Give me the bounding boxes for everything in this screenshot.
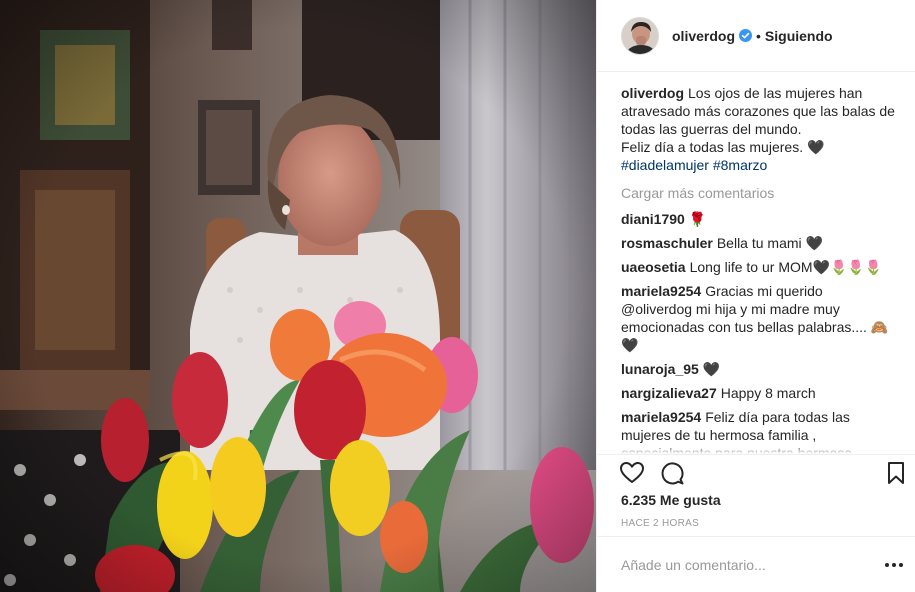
heart-icon	[620, 462, 644, 483]
comment-input[interactable]	[621, 555, 871, 575]
add-comment-section	[597, 536, 915, 592]
comment-bubble-icon	[661, 462, 684, 485]
comment-item: rosmaschuler Bella tu mami 🖤	[621, 234, 895, 252]
comment-item: mariela9254 Gracias mi querido @oliverdog…	[621, 282, 895, 354]
comments-fade	[621, 444, 895, 454]
comment-button[interactable]	[659, 460, 685, 486]
comment-username[interactable]: mariela9254	[621, 409, 701, 425]
post-header: oliverdog • Siguiendo	[597, 0, 915, 72]
follow-status-button[interactable]: Siguiendo	[765, 28, 833, 44]
avatar[interactable]	[621, 16, 659, 55]
comment-text: Long life to ur MOM🖤🌷🌷🌷	[689, 259, 883, 275]
comments-list[interactable]: oliverdog Los ojos de las mujeres han atr…	[621, 84, 895, 454]
like-button[interactable]	[619, 460, 645, 486]
header-username[interactable]: oliverdog	[672, 28, 735, 44]
comment-item: nargizalieva27 Happy 8 march	[621, 384, 895, 402]
more-options-icon[interactable]	[884, 557, 904, 573]
post-photo[interactable]	[0, 0, 596, 592]
comment-username[interactable]: mariela9254	[621, 283, 701, 299]
comment-item: uaeosetia Long life to ur MOM🖤🌷🌷🌷	[621, 258, 895, 276]
avatar-photo	[622, 17, 658, 54]
comment-username[interactable]: rosmaschuler	[621, 235, 713, 251]
save-button[interactable]	[883, 460, 909, 486]
caption-hashtags[interactable]: #diadelamujer #8marzo	[621, 156, 895, 174]
post-side-panel: oliverdog • Siguiendo oliverdog Los ojos …	[596, 0, 915, 592]
comment-username[interactable]: nargizalieva27	[621, 385, 717, 401]
comment-text: 🖤	[702, 361, 721, 377]
comment-username[interactable]: diani1790	[621, 211, 685, 227]
likes-count[interactable]: 6.235 Me gusta	[621, 492, 721, 508]
caption-username[interactable]: oliverdog	[621, 85, 684, 101]
post-timestamp: HACE 2 HORAS	[621, 518, 700, 529]
load-more-comments-button[interactable]: Cargar más comentarios	[621, 184, 895, 202]
caption: oliverdog Los ojos de las mujeres han atr…	[621, 84, 895, 174]
comment-text: Bella tu mami 🖤	[716, 235, 823, 251]
comment-item: lunaroja_95 🖤	[621, 360, 895, 378]
photo-woman-with-tulips	[0, 0, 596, 592]
comment-text: 🌹	[688, 211, 707, 227]
comment-text: Happy 8 march	[720, 385, 816, 401]
action-bar	[597, 454, 915, 488]
header-separator-dot: •	[756, 27, 761, 44]
comment-username[interactable]: lunaroja_95	[621, 361, 699, 377]
comment-item: diani1790 🌹	[621, 210, 895, 228]
comment-username[interactable]: uaeosetia	[621, 259, 686, 275]
verified-badge-icon	[739, 29, 753, 42]
caption-text-line2: Feliz día a todas las mujeres. 🖤	[621, 139, 825, 155]
bookmark-icon	[888, 462, 904, 484]
